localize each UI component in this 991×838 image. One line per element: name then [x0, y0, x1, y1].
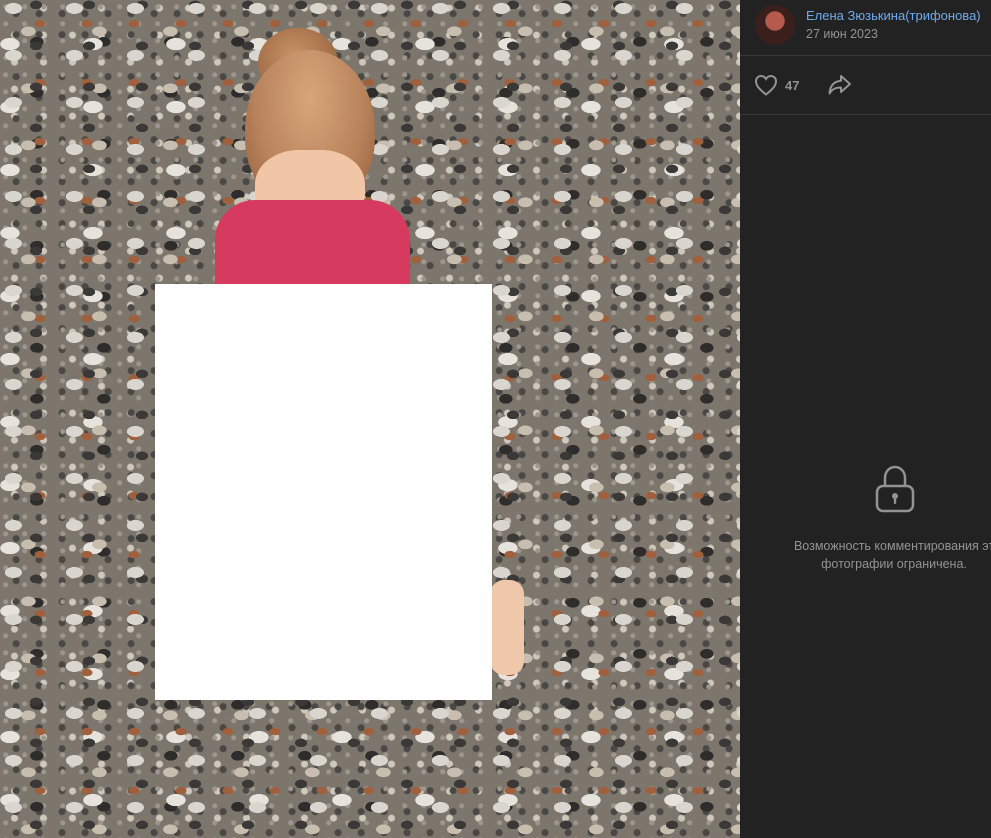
photo-censor-box	[155, 284, 492, 700]
avatar[interactable]	[755, 5, 795, 45]
heart-icon	[754, 74, 778, 96]
actions-bar: 47	[740, 56, 991, 115]
lock-icon	[875, 465, 915, 513]
author-header: Елена Зюзькина(трифонова) 27 июн 2023	[740, 0, 991, 56]
post-date[interactable]: 27 июн 2023	[806, 27, 878, 41]
author-name-link[interactable]: Елена Зюзькина(трифонова)	[806, 8, 981, 23]
photo-child-foot	[490, 580, 524, 675]
share-arrow-icon	[828, 75, 851, 95]
like-count: 47	[785, 77, 800, 93]
photo-viewer[interactable]	[0, 0, 740, 838]
like-button[interactable]: 47	[754, 73, 799, 97]
photo-side-panel: Елена Зюзькина(трифонова) 27 июн 2023 47…	[740, 0, 991, 838]
share-button[interactable]	[827, 73, 853, 97]
comments-restricted-text: Возможность комментирования эт фотографи…	[793, 539, 991, 571]
